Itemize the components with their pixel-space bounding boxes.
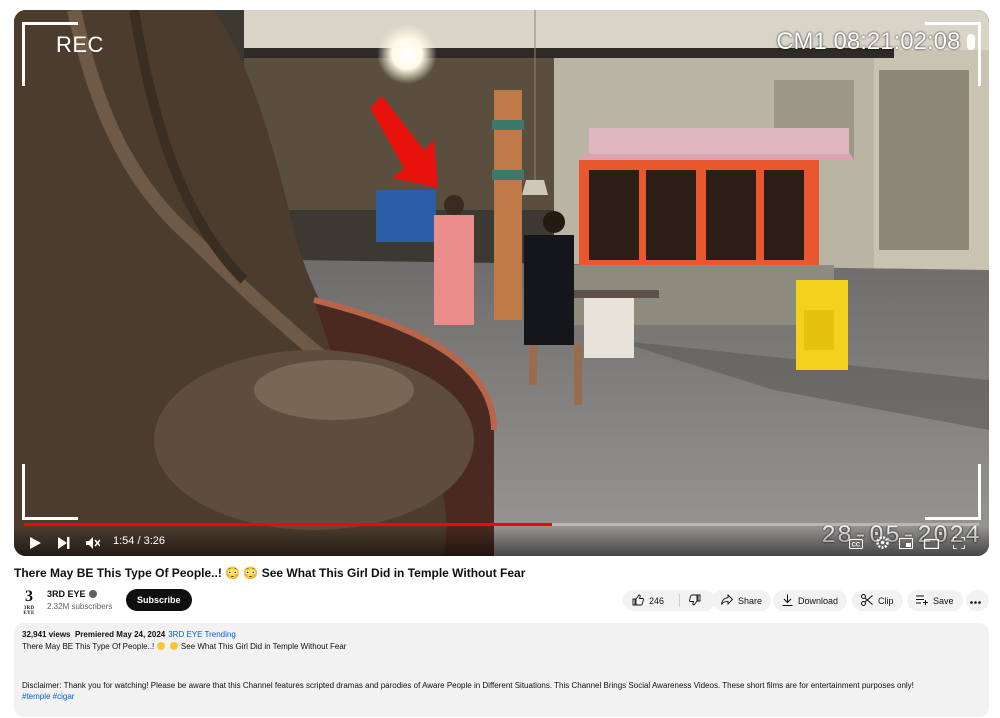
download-button[interactable]: Download	[773, 590, 848, 611]
play-icon	[30, 537, 41, 549]
rec-corner-bottom-left	[22, 464, 78, 520]
rec-corner-bottom-right	[925, 464, 981, 520]
settings-icon	[876, 536, 889, 549]
hashtags[interactable]: #temple #cigar	[22, 692, 981, 701]
description-disclaimer: Disclaimer: Thank you for watching! Plea…	[22, 681, 914, 690]
like-count: 246	[649, 595, 665, 606]
trending-tag[interactable]: 3RD EYE Trending	[168, 630, 236, 639]
mute-icon	[86, 537, 100, 549]
progress-bar[interactable]	[24, 523, 979, 526]
share-button[interactable]: Share	[712, 590, 772, 611]
clip-icon	[861, 593, 878, 608]
like-dislike-group: 246	[623, 590, 715, 611]
next-button[interactable]	[58, 537, 70, 549]
dislike-button[interactable]	[680, 590, 714, 611]
settings-button[interactable]	[876, 536, 889, 549]
verified-icon	[88, 590, 97, 598]
share-icon	[721, 593, 738, 607]
theater-icon	[924, 539, 939, 549]
fullscreen-icon	[953, 537, 965, 549]
dislike-icon	[688, 594, 706, 608]
save-icon	[916, 595, 933, 607]
svg-text:CC: CC	[852, 543, 861, 549]
clip-label: Clip	[878, 595, 894, 606]
share-label: Share	[738, 595, 763, 606]
video-meta: 32,941 views Premiered May 24, 2024 3RD E…	[22, 630, 981, 639]
fullscreen-button[interactable]	[953, 537, 965, 549]
flushed-face-icon	[169, 642, 178, 650]
progress-fill	[24, 523, 553, 526]
flushed-face-icon	[157, 642, 166, 650]
premiere-date: Premiered May 24, 2024	[74, 630, 166, 639]
rec-label: REC	[56, 32, 104, 57]
download-icon	[782, 594, 798, 608]
miniplayer-button[interactable]	[899, 538, 913, 549]
mute-button[interactable]	[86, 537, 100, 549]
time-display: 1:54 / 3:26	[113, 535, 165, 547]
view-count: 32,941 views	[22, 630, 71, 639]
channel-row: 3 3RD EYE 3RD EYE 2.32M subscribers Subsc…	[14, 588, 989, 616]
subscribe-button[interactable]: Subscribe	[126, 589, 192, 611]
channel-avatar[interactable]: 3 3RD EYE	[18, 588, 40, 616]
download-label: Download	[798, 595, 839, 606]
cc-button[interactable]: CC	[849, 539, 863, 549]
clip-button[interactable]: Clip	[852, 590, 903, 611]
video-title: There May BE This Type Of People..! 😳 😳 …	[14, 566, 526, 580]
save-button[interactable]: Save	[907, 590, 963, 611]
miniplayer-icon	[899, 538, 913, 549]
video-frame	[14, 10, 989, 556]
like-icon	[632, 594, 649, 608]
camera-timestamp: CM1 08:21:02:08	[776, 28, 975, 56]
channel-name[interactable]: 3RD EYE	[47, 589, 97, 599]
next-icon	[58, 537, 70, 549]
like-button[interactable]: 246	[623, 590, 679, 611]
save-label: Save	[933, 595, 954, 606]
video-player[interactable]: REC CM1 08:21:02:08 28-05-2024 1:54 / 3:…	[14, 10, 989, 556]
play-button[interactable]	[30, 537, 41, 549]
description-box[interactable]: 32,941 views Premiered May 24, 2024 3RD E…	[14, 623, 989, 717]
more-actions-button[interactable]	[966, 590, 989, 611]
cc-icon: CC	[849, 539, 863, 549]
subscriber-count: 2.32M subscribers	[47, 602, 113, 611]
more-icon	[969, 596, 986, 606]
theater-button[interactable]	[924, 539, 939, 549]
battery-icon	[967, 34, 975, 50]
description-title: There May BE This Type Of People..! See …	[22, 642, 347, 651]
